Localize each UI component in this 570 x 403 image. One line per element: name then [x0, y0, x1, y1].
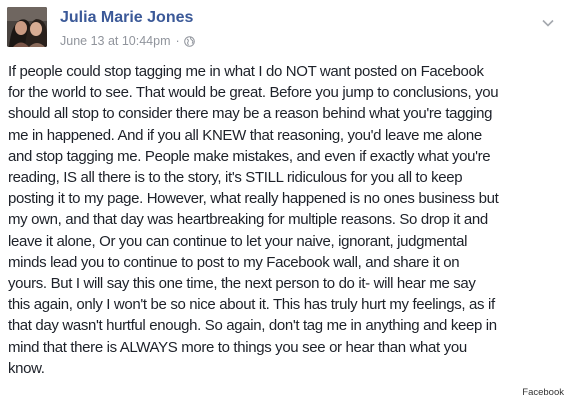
post-body-line: my own, and that day was heartbreaking f…	[8, 211, 488, 229]
post-body-line: this again, only I won't be so nice abou…	[8, 296, 495, 314]
post-body-line: should all stop to consider there may be…	[8, 105, 493, 123]
post-body-line: for the world to see. That would be grea…	[8, 84, 499, 102]
post-body-line: reading, IS all there is to the story, i…	[8, 169, 463, 187]
globe-icon[interactable]	[183, 35, 195, 47]
post-body-line: If people could stop tagging me in what …	[8, 63, 484, 80]
image-credit: Facebook	[522, 387, 564, 398]
post-body-line: minds lead you to continue to post to my…	[8, 253, 460, 271]
post-body-line: leave it alone, Or you can continue to l…	[8, 232, 468, 250]
avatar[interactable]	[7, 7, 47, 47]
post-body-line: know.	[8, 359, 45, 377]
post-body-line: yours. But I will say this one time, the…	[8, 275, 476, 293]
post-body: If people could stop tagging me in what …	[8, 61, 564, 379]
post-body-line: that day wasn't hurtful enough. So again…	[8, 317, 497, 335]
post-body-line: mind that there is ALWAYS more to things…	[8, 338, 467, 356]
meta-separator: ·	[175, 34, 180, 48]
profile-photo	[7, 7, 47, 47]
post-timestamp[interactable]: June 13 at 10:44pm	[60, 34, 171, 48]
post-body-line: me in happened. And if you all KNEW that…	[8, 126, 482, 144]
chevron-down-icon[interactable]	[542, 14, 554, 27]
facebook-post: Julia Marie Jones June 13 at 10:44pm · I…	[0, 0, 570, 388]
post-body-line: and stop tagging me. People make mistake…	[8, 147, 491, 165]
author-name[interactable]: Julia Marie Jones	[60, 9, 193, 27]
post-body-line: posting it to my page. However, what rea…	[8, 190, 499, 208]
post-meta: June 13 at 10:44pm ·	[60, 34, 195, 48]
